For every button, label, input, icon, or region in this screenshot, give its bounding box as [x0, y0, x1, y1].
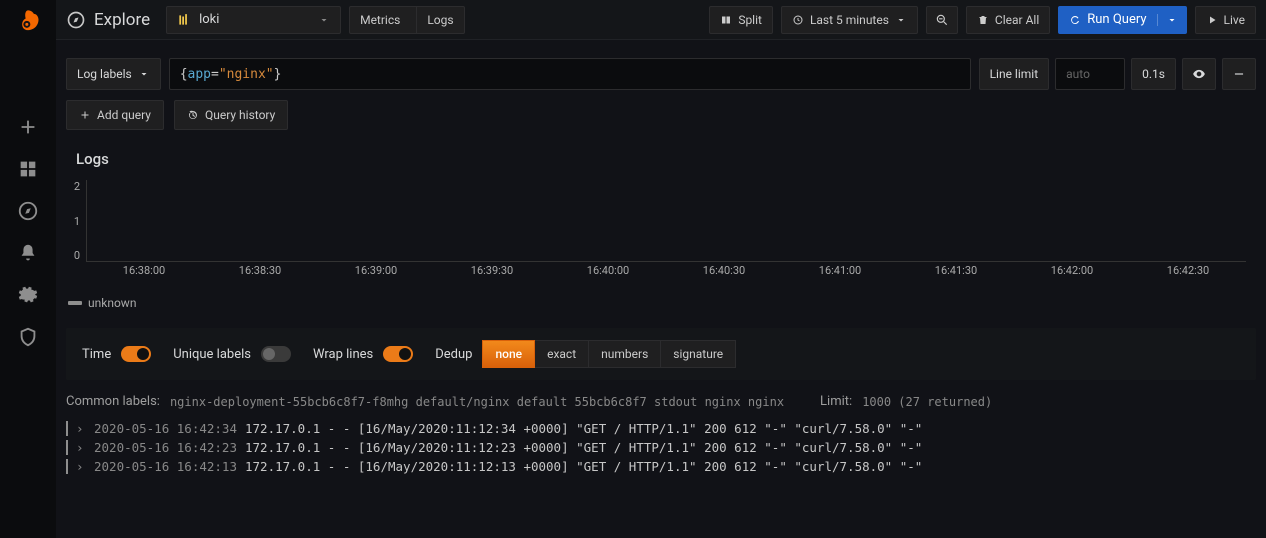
sync-icon — [1069, 14, 1081, 26]
limit-value: 1000 (27 returned) — [862, 395, 992, 409]
bell-icon[interactable] — [17, 242, 39, 264]
compass-icon[interactable] — [17, 200, 39, 222]
plus-icon[interactable] — [17, 116, 39, 138]
log-level-bar — [66, 421, 68, 436]
dedup-exact[interactable]: exact — [535, 340, 589, 368]
metrics-tab[interactable]: Metrics — [350, 7, 410, 33]
disable-query-button[interactable] — [1182, 58, 1216, 90]
common-labels-label: Common labels: — [66, 394, 160, 409]
query-actions: Add query Query history — [56, 100, 1266, 144]
live-button[interactable]: Live — [1195, 6, 1256, 34]
nav-rail — [0, 0, 56, 538]
time-range-picker[interactable]: Last 5 minutes — [781, 6, 918, 34]
columns-icon — [720, 14, 732, 26]
zoom-out-button[interactable] — [926, 6, 958, 34]
chevron-right-icon[interactable]: › — [76, 440, 86, 455]
zoom-out-icon — [935, 13, 949, 27]
log-timestamp: 2020-05-16 16:42:23 — [94, 440, 237, 455]
chevron-down-icon — [138, 68, 150, 80]
log-level-bar — [66, 440, 68, 455]
time-toggle-label: Time — [82, 347, 111, 362]
logs-panel: Logs 210 16:38:0016:38:3016:39:0016:39:3… — [56, 144, 1266, 476]
plus-icon — [79, 109, 91, 121]
wrap-lines-toggle[interactable] — [383, 346, 413, 362]
minus-icon — [1232, 67, 1246, 81]
dedup-none[interactable]: none — [482, 340, 535, 368]
trash-icon — [977, 14, 989, 26]
log-message: 172.17.0.1 - - [16/May/2020:11:12:23 +00… — [245, 440, 922, 455]
log-message: 172.17.0.1 - - [16/May/2020:11:12:13 +00… — [245, 459, 922, 474]
gear-icon[interactable] — [17, 284, 39, 306]
log-volume-chart[interactable]: 210 16:38:0016:38:3016:39:0016:39:3016:4… — [82, 180, 1246, 280]
chevron-down-icon — [1166, 14, 1178, 26]
log-lines: › 2020-05-16 16:42:34 172.17.0.1 - - [16/M… — [66, 419, 1256, 476]
log-message: 172.17.0.1 - - [16/May/2020:11:12:34 +00… — [245, 421, 922, 436]
log-labels-button[interactable]: Log labels — [66, 58, 161, 90]
unique-labels-toggle-label: Unique labels — [173, 347, 251, 362]
chevron-right-icon[interactable]: › — [76, 421, 86, 436]
page-title: Explore — [94, 10, 150, 30]
dedup-label: Dedup — [435, 347, 472, 362]
dedup-numbers[interactable]: numbers — [589, 340, 661, 368]
chevron-down-icon — [318, 14, 330, 26]
run-query-options[interactable] — [1157, 14, 1186, 26]
legend-swatch — [68, 301, 82, 305]
split-button[interactable]: Split — [709, 6, 773, 34]
panel-title: Logs — [66, 144, 1256, 180]
log-timestamp: 2020-05-16 16:42:13 — [94, 459, 237, 474]
eye-icon — [1192, 67, 1206, 81]
log-row[interactable]: › 2020-05-16 16:42:23 172.17.0.1 - - [16/M… — [66, 438, 1256, 457]
time-toggle[interactable] — [121, 346, 151, 362]
apps-icon[interactable] — [17, 158, 39, 180]
clock-icon — [792, 14, 804, 26]
play-icon — [1206, 14, 1218, 26]
chevron-right-icon[interactable]: › — [76, 459, 86, 474]
line-limit-label: Line limit — [979, 58, 1050, 90]
log-row[interactable]: › 2020-05-16 16:42:13 172.17.0.1 - - [16/M… — [66, 457, 1256, 476]
compass-icon — [66, 10, 86, 30]
log-level-bar — [66, 459, 68, 474]
remove-query-button[interactable] — [1222, 58, 1256, 90]
toolbar: Explore loki Metrics Logs Split Last 5 m… — [56, 0, 1266, 40]
log-meta: Common labels: nginx-deployment-55bcb6c8… — [66, 388, 1256, 419]
datasource-picker[interactable]: loki — [166, 6, 341, 34]
add-query-button[interactable]: Add query — [66, 100, 164, 130]
logs-tab[interactable]: Logs — [416, 7, 463, 33]
dedup-signature[interactable]: signature — [661, 340, 736, 368]
query-input[interactable]: {app="nginx"} — [169, 58, 971, 90]
chart-legend: unknown — [66, 280, 1256, 320]
datasource-name: loki — [199, 12, 219, 27]
legend-label: unknown — [88, 296, 136, 310]
clear-all-button[interactable]: Clear All — [966, 6, 1050, 34]
limit-label: Limit: — [820, 394, 852, 409]
unique-labels-toggle[interactable] — [261, 346, 291, 362]
wrap-lines-toggle-label: Wrap lines — [313, 347, 373, 362]
loki-icon — [177, 13, 191, 27]
query-side-controls: Line limit auto 0.1s — [979, 58, 1256, 90]
run-query-button[interactable]: Run Query — [1058, 6, 1186, 34]
common-labels-values: nginx-deployment-55bcb6c8f7-f8mhg defaul… — [170, 395, 784, 409]
query-timing: 0.1s — [1131, 58, 1176, 90]
chevron-down-icon — [895, 14, 907, 26]
line-limit-input[interactable]: auto — [1055, 58, 1125, 90]
query-row: Log labels {app="nginx"} Line limit auto… — [56, 40, 1266, 100]
main: Explore loki Metrics Logs Split Last 5 m… — [56, 0, 1266, 538]
log-timestamp: 2020-05-16 16:42:34 — [94, 421, 237, 436]
log-row[interactable]: › 2020-05-16 16:42:34 172.17.0.1 - - [16/M… — [66, 419, 1256, 438]
history-icon — [187, 109, 199, 121]
grafana-logo[interactable] — [14, 8, 42, 36]
mode-toggle[interactable]: Metrics Logs — [349, 6, 464, 34]
log-controls: Time Unique labels Wrap lines Dedup none… — [66, 328, 1256, 380]
query-history-button[interactable]: Query history — [174, 100, 288, 130]
shield-icon[interactable] — [17, 326, 39, 348]
dedup-group: noneexactnumberssignature — [482, 340, 736, 368]
